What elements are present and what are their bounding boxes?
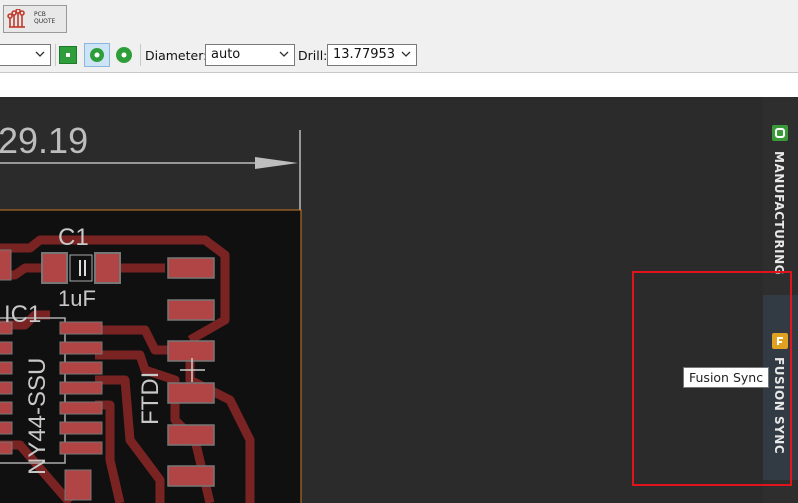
via-shape-octagon-button[interactable] <box>115 46 133 64</box>
dimension-text: 29.19 <box>0 120 88 161</box>
c1-value: 1uF <box>58 286 96 311</box>
highlight-box <box>632 271 792 486</box>
chevron-down-icon <box>279 51 289 57</box>
diameter-value: auto <box>211 47 241 62</box>
toolbar-separator <box>140 44 141 66</box>
chevron-down-icon <box>401 51 411 57</box>
toolbar-separator <box>55 44 56 66</box>
pcb-quote-label-line1: PCB <box>34 11 46 18</box>
ic1-value: NY44-SSU <box>24 358 51 475</box>
ftdi-label: FTDI <box>137 372 164 425</box>
pcb-quote-label-line2: QUOTE <box>34 18 56 25</box>
ic1-name: IC1 <box>4 301 41 328</box>
command-line-strip <box>0 73 798 97</box>
drill-value: 13.77953 <box>333 47 396 62</box>
via-shape-round-button[interactable] <box>84 43 110 67</box>
round-via-icon <box>90 48 104 62</box>
drill-label: Drill: <box>298 48 328 63</box>
square-via-icon <box>66 53 70 57</box>
dimension-annotation: 29.19 <box>0 120 301 210</box>
manufacturing-tab-label: MANUFACTURING <box>772 151 786 275</box>
c1-name: C1 <box>58 224 89 251</box>
diameter-label: Diameter: <box>145 48 208 63</box>
chevron-down-icon <box>35 51 45 57</box>
pcb-quote-button[interactable]: PCB QUOTE <box>3 5 67 33</box>
diameter-select[interactable]: auto <box>205 44 295 66</box>
main-toolbar: PCB QUOTE <box>0 0 798 39</box>
layer-select[interactable] <box>0 44 51 66</box>
pcb-quote-icon <box>7 9 25 28</box>
via-parameter-toolbar: Diameter: auto Drill: 13.77953 <box>0 38 798 73</box>
manufacturing-icon <box>772 125 788 141</box>
pcb-quote-label: PCB QUOTE <box>34 11 55 25</box>
octagon-via-icon <box>116 47 132 63</box>
drill-select[interactable]: 13.77953 <box>327 44 417 66</box>
via-shape-square-button[interactable] <box>59 46 77 64</box>
manufacturing-tab[interactable]: MANUFACTURING <box>763 117 798 287</box>
